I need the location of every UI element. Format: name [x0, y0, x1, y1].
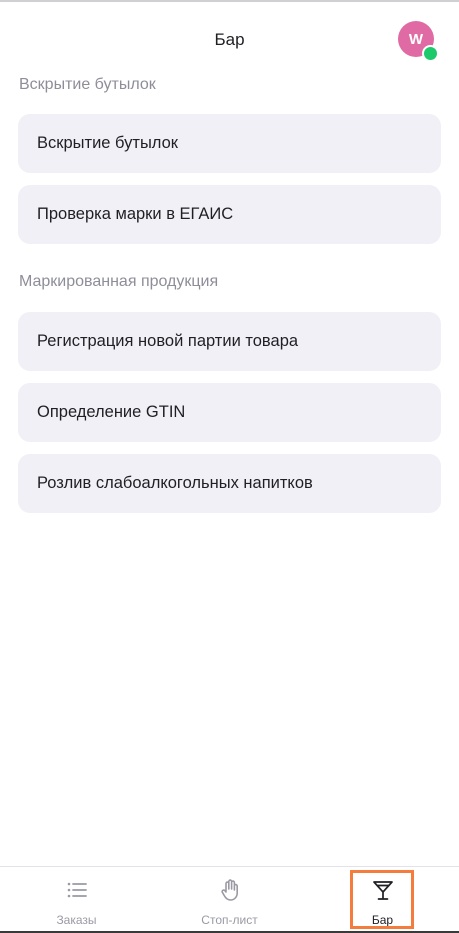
tab-bar[interactable]: Бар [306, 867, 459, 933]
header: Бар W [0, 2, 459, 72]
section-title-bottle-opening: Вскрытие бутылок [19, 76, 156, 93]
tab-stop-list[interactable]: Стоп-лист [153, 867, 306, 933]
online-status-indicator [422, 45, 439, 62]
menu-item-gtin-detection[interactable]: Определение GTIN [18, 383, 441, 442]
tab-orders-label: Заказы [56, 913, 97, 927]
tab-stop-list-label: Стоп-лист [201, 913, 258, 927]
menu-item-register-new-batch[interactable]: Регистрация новой партии товара [18, 312, 441, 371]
bottom-navigation: Заказы Стоп-лист Бар [0, 866, 459, 933]
tab-bar-label: Бар [371, 913, 394, 927]
list-icon [67, 882, 87, 898]
bar-screen: Бар W Вскрытие бутылок Вскрытие бутылок … [0, 0, 459, 933]
cocktail-glass-icon [372, 881, 393, 900]
section-title-marked-products: Маркированная продукция [19, 273, 219, 290]
avatar-initial: W [408, 30, 424, 48]
menu-item-egais-mark-check[interactable]: Проверка марки в ЕГАИС [18, 185, 441, 244]
menu-item-bottle-opening[interactable]: Вскрытие бутылок [18, 114, 441, 173]
tab-orders[interactable]: Заказы [0, 867, 153, 933]
menu-item-low-alcohol-pouring[interactable]: Розлив слабоалкогольных напитков [18, 454, 441, 513]
page-title: Бар [214, 30, 245, 49]
hand-stop-icon [220, 879, 238, 901]
